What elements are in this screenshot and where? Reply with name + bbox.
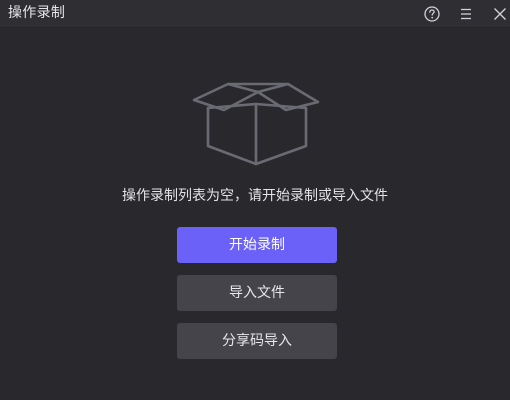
menu-icon[interactable] (456, 4, 476, 24)
import-file-button[interactable]: 导入文件 (177, 275, 337, 311)
close-icon[interactable] (490, 4, 510, 24)
empty-box-icon (192, 82, 320, 166)
start-recording-button[interactable]: 开始录制 (177, 227, 337, 263)
title-bar: 操作录制 (0, 0, 510, 28)
empty-state-message: 操作录制列表为空，请开始录制或导入文件 (122, 188, 388, 204)
window-title: 操作录制 (8, 5, 66, 21)
recording-window: 操作录制 操作录制列表为空，请开始录制或导入文件 开始录制 导入文件 分享码导入 (0, 0, 510, 400)
help-icon[interactable] (422, 4, 442, 24)
share-code-import-button[interactable]: 分享码导入 (177, 323, 337, 359)
